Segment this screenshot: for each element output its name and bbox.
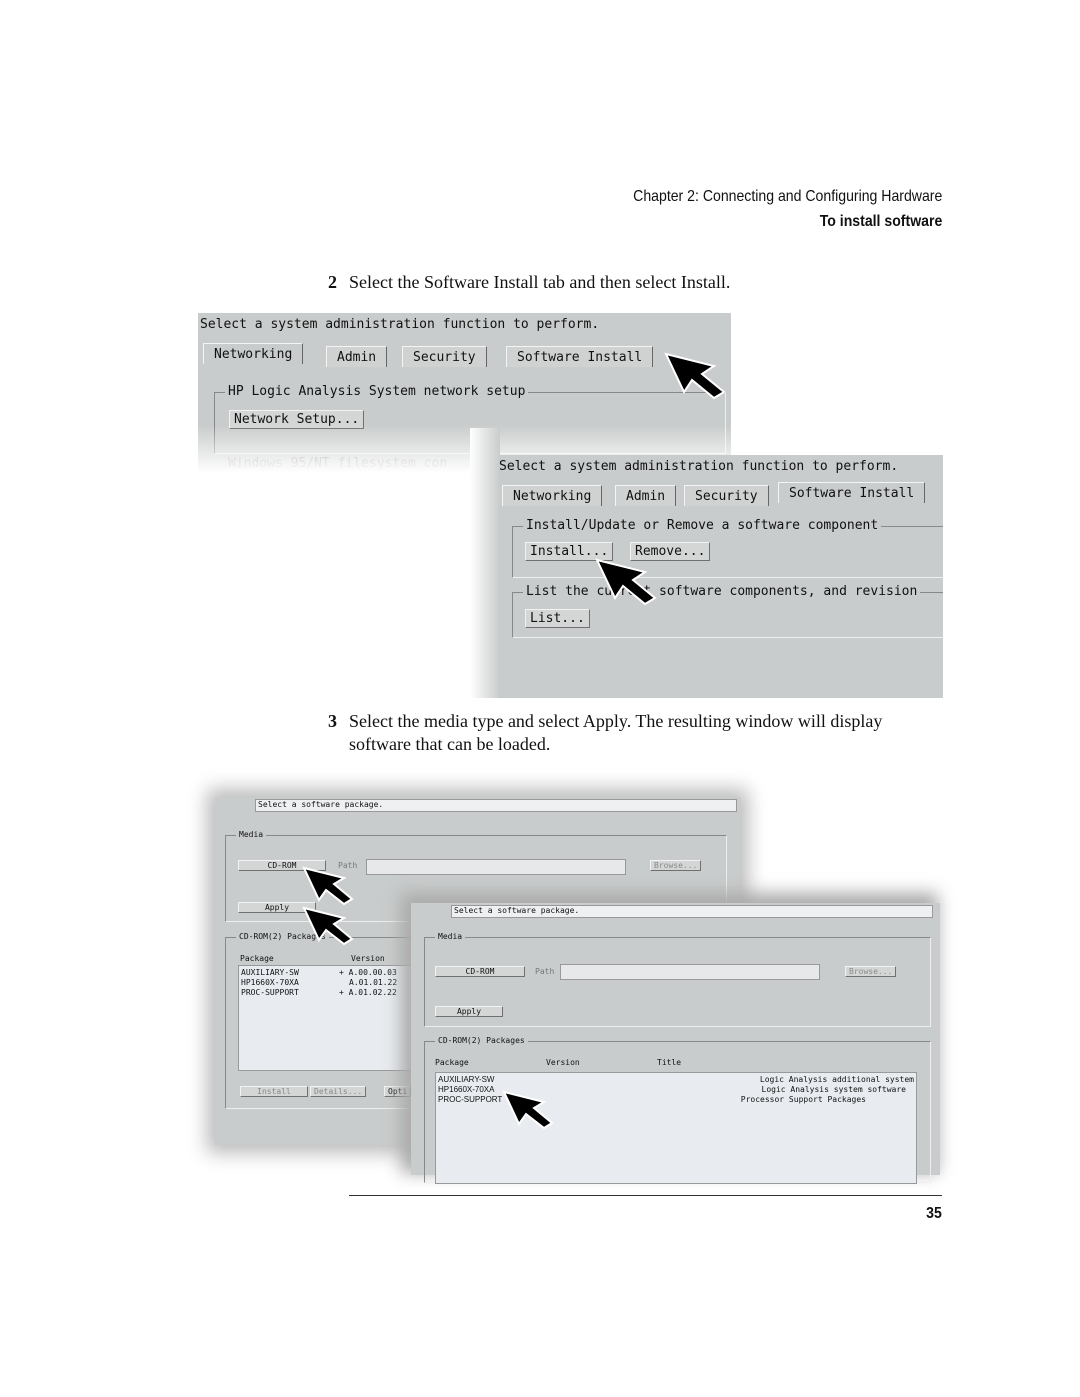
column-header-version: Version: [546, 1058, 580, 1067]
package-name[interactable]: AUXILIARY-SW: [241, 968, 299, 977]
details-button[interactable]: Details...: [310, 1086, 367, 1097]
pointer-arrow-icon: [595, 558, 657, 606]
package-title: Logic Analysis additional system: [759, 1075, 914, 1084]
tab-software-install[interactable]: Software Install: [778, 482, 926, 503]
section-title: To install software: [819, 213, 942, 230]
install-group: Install/Update or Remove a software comp…: [512, 518, 943, 578]
tab-security[interactable]: Security: [684, 485, 769, 506]
column-header-package: Package: [240, 954, 274, 963]
group-label: HP Logic Analysis System network setup: [225, 384, 529, 399]
tab-networking[interactable]: Networking: [203, 343, 304, 364]
options-button[interactable]: Opti: [384, 1086, 412, 1097]
group-label: List the current software components, an…: [523, 584, 921, 599]
package-version: A.01.01.22: [349, 978, 398, 987]
package-name[interactable]: PROC-SUPPORT: [241, 988, 299, 997]
prompt-text: Select a software package.: [454, 906, 580, 915]
admin-window-software-install: Select a system administration function …: [498, 455, 943, 698]
footer-rule: [349, 1195, 942, 1196]
network-setup-button[interactable]: Network Setup...: [229, 410, 365, 429]
path-input[interactable]: [560, 964, 820, 980]
list-group: List the current software components, an…: [512, 584, 943, 638]
package-version: + A.00.00.03: [339, 968, 397, 977]
package-name[interactable]: AUXILIARY-SW: [438, 1075, 494, 1084]
tab-networking[interactable]: Networking: [502, 485, 603, 506]
tab-admin[interactable]: Admin: [615, 485, 677, 506]
manual-page: Chapter 2: Connecting and Configuring Ha…: [0, 0, 1080, 1397]
prompt-text: Select a system administration function …: [200, 317, 600, 332]
browse-button[interactable]: Browse...: [650, 860, 702, 871]
prompt-text: Select a system administration function …: [499, 459, 899, 474]
column-header-version: Version: [351, 954, 385, 963]
package-name[interactable]: HP1660X-70XA: [438, 1085, 494, 1094]
pointer-arrow-icon: [302, 906, 354, 946]
faded-text: Windows 95/NT filesystem con: [228, 456, 448, 471]
step-number: 2: [328, 272, 337, 292]
packages-group: CD-ROM(2) Packages Package Version Title…: [424, 1036, 931, 1184]
column-header-package: Package: [435, 1058, 469, 1067]
path-input[interactable]: [366, 859, 626, 875]
package-name[interactable]: HP1660X-70XA: [241, 978, 299, 987]
apply-button[interactable]: Apply: [435, 1006, 503, 1017]
package-version: + A.01.02.22: [339, 988, 397, 997]
step-text: Select the Software Install tab and then…: [349, 272, 731, 292]
group-label: Media: [435, 932, 466, 941]
list-button[interactable]: List...: [525, 609, 590, 628]
path-label: Path: [535, 967, 555, 976]
tab-security[interactable]: Security: [402, 346, 487, 367]
software-package-window-front: Select a software package. Media CD-ROM …: [411, 903, 940, 1184]
step-number: 3: [328, 711, 337, 731]
tab-admin[interactable]: Admin: [326, 346, 388, 367]
browse-button[interactable]: Browse...: [845, 966, 897, 977]
chapter-title: Chapter 2: Connecting and Configuring Ha…: [632, 188, 942, 205]
pointer-arrow-icon: [502, 1090, 554, 1130]
prompt-text: Select a software package.: [258, 800, 384, 809]
tab-software-install[interactable]: Software Install: [506, 346, 654, 367]
package-title: Logic Analysis system software: [761, 1085, 907, 1094]
group-label: Install/Update or Remove a software comp…: [523, 518, 882, 533]
prompt-bar: Select a software package.: [451, 905, 933, 918]
prompt-bar: Select a software package.: [255, 799, 737, 812]
media-group: Media CD-ROM Path Browse... Apply: [424, 932, 931, 1027]
step-text: Select the media type and select Apply. …: [349, 711, 883, 754]
group-label: CD-ROM(2) Packages: [435, 1036, 528, 1045]
page-number: 35: [926, 1205, 942, 1222]
package-title: Processor Support Packages: [740, 1095, 866, 1104]
fade-edge: [470, 428, 500, 698]
package-name[interactable]: PROC-SUPPORT: [438, 1095, 502, 1104]
group-label: Media: [236, 830, 267, 839]
admin-window-networking: Select a system administration function …: [198, 313, 731, 473]
media-dropdown[interactable]: CD-ROM: [435, 966, 525, 977]
pointer-arrow-icon: [302, 866, 354, 906]
pointer-arrow-icon: [664, 352, 726, 400]
column-header-title: Title: [657, 1058, 682, 1067]
install-button[interactable]: Install: [240, 1086, 308, 1097]
